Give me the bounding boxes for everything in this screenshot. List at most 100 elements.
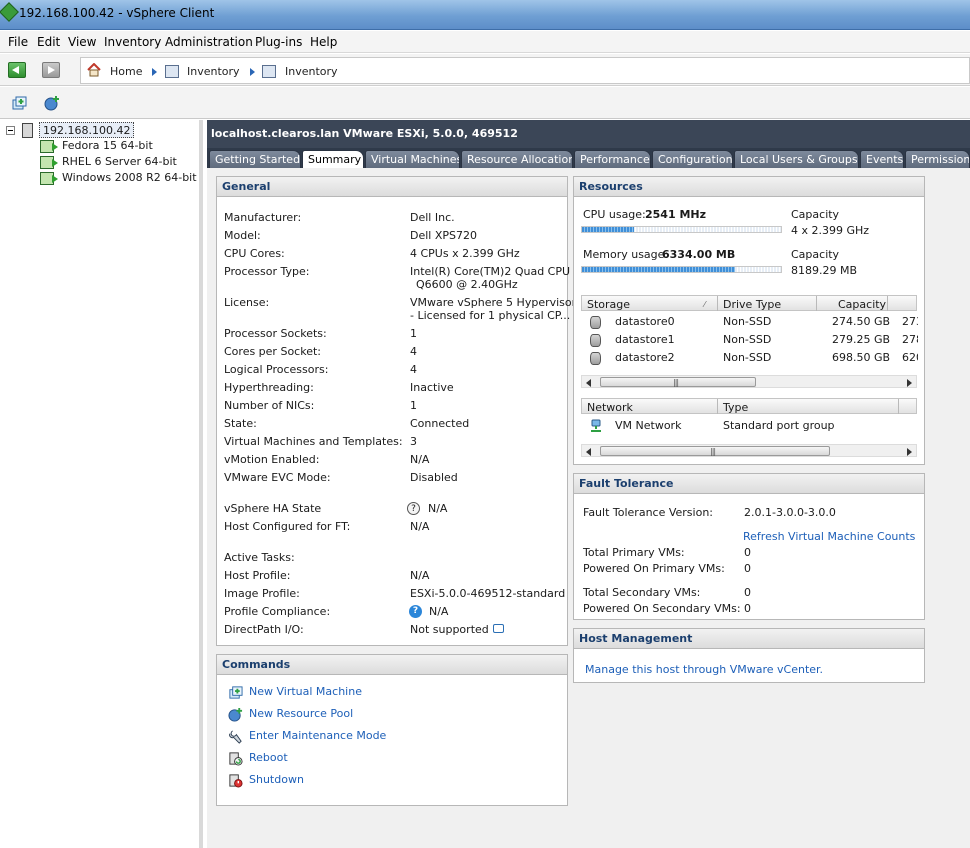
host-header: localhost.clearos.lan VMware ESXi, 5.0.0… xyxy=(207,120,970,148)
commands-panel: Commands New Virtual Machine New Resourc… xyxy=(216,654,568,806)
host-management-title: Host Management xyxy=(574,629,924,649)
datastore-capacity: 698.50 GB xyxy=(832,351,891,364)
scroll-left-icon[interactable] xyxy=(586,379,591,387)
network-column-header[interactable]: Network xyxy=(587,401,633,414)
new-resource-pool-icon[interactable] xyxy=(44,95,60,111)
reboot-icon xyxy=(229,752,243,766)
general-row-value: ESXi-5.0.0-469512-standard xyxy=(410,587,566,600)
navigation-bar: Home Inventory Inventory xyxy=(0,54,970,86)
general-row-value: Dell XPS720 xyxy=(410,229,477,242)
scroll-right-icon[interactable] xyxy=(907,448,912,456)
network-hscrollbar[interactable]: ||| xyxy=(581,444,917,457)
column-divider xyxy=(816,296,817,311)
scroll-left-icon[interactable] xyxy=(586,448,591,456)
menu-edit[interactable]: Edit xyxy=(37,35,60,49)
back-arrow-icon[interactable] xyxy=(8,62,26,78)
tree-host-item[interactable]: 192.168.100.42 xyxy=(39,122,135,138)
manage-via-vcenter-link[interactable]: Manage this host through VMware vCenter. xyxy=(585,663,823,676)
tab-permissions[interactable]: Permissions xyxy=(905,150,970,168)
network-type: Standard port group xyxy=(723,419,835,432)
menu-plugins[interactable]: Plug-ins xyxy=(255,35,302,49)
menu-view[interactable]: View xyxy=(68,35,96,49)
tab-configuration[interactable]: Configuration xyxy=(652,150,733,168)
tab-local-users-groups[interactable]: Local Users & Groups xyxy=(734,150,859,168)
memory-capacity-value: 8189.29 MB xyxy=(791,264,858,277)
tab-events[interactable]: Events xyxy=(860,150,904,168)
menu-inventory[interactable]: Inventory xyxy=(104,35,161,49)
new-vm-icon[interactable] xyxy=(11,95,27,111)
menu-help[interactable]: Help xyxy=(310,35,337,49)
enter-maintenance-mode-link[interactable]: Enter Maintenance Mode xyxy=(249,729,386,742)
shutdown-link[interactable]: Shutdown xyxy=(249,773,304,786)
general-title: General xyxy=(217,177,567,197)
menu-administration[interactable]: Administration xyxy=(165,35,253,49)
sort-asc-icon: ⁄ xyxy=(704,300,706,309)
fault-tolerance-title: Fault Tolerance xyxy=(574,474,924,494)
new-virtual-machine-link[interactable]: New Virtual Machine xyxy=(249,685,362,698)
collapse-icon[interactable] xyxy=(6,126,15,135)
ft-row-label: Powered On Primary VMs: xyxy=(583,562,725,575)
drive-type-column-header[interactable]: Drive Type xyxy=(723,298,781,311)
ft-row-value: 0 xyxy=(744,586,751,599)
general-row-label: VMware EVC Mode: xyxy=(224,471,331,484)
general-row-label: vMotion Enabled: xyxy=(224,453,320,466)
resources-title: Resources xyxy=(574,177,924,197)
datastore-capacity: 279.25 GB xyxy=(832,333,891,346)
tab-getting-started[interactable]: Getting Started xyxy=(209,150,301,168)
toolbar xyxy=(0,87,970,119)
general-row-label: Hyperthreading: xyxy=(224,381,314,394)
general-row-value-continued: - Licensed for 1 physical CP... xyxy=(410,309,571,322)
general-row-value: VMware vSphere 5 Hypervisor xyxy=(410,296,577,309)
general-row-value: N/A xyxy=(410,569,430,582)
network-name[interactable]: VM Network xyxy=(615,419,681,432)
general-row-label: State: xyxy=(224,417,257,430)
refresh-vm-counts-link[interactable]: Refresh Virtual Machine Counts xyxy=(743,530,915,543)
general-row-value: Disabled xyxy=(410,471,458,484)
new-vm-icon xyxy=(229,686,243,699)
cpu-usage-bar-fill xyxy=(582,227,634,232)
breadcrumb-inventory[interactable]: Inventory xyxy=(187,65,240,78)
commands-title: Commands xyxy=(217,655,567,675)
type-column-header[interactable]: Type xyxy=(723,401,748,414)
forward-arrow-icon[interactable] xyxy=(42,62,60,78)
memory-usage-bar xyxy=(581,266,782,273)
tree-vm-item[interactable]: Fedora 15 64-bit xyxy=(62,139,153,152)
datastore-drive-type: Non-SSD xyxy=(723,315,772,328)
speech-bubble-icon[interactable] xyxy=(493,624,504,633)
datastore-capacity: 274.50 GB xyxy=(832,315,891,328)
storage-hscrollbar[interactable]: ||| xyxy=(581,375,917,388)
capacity-column-header[interactable]: Capacity xyxy=(838,298,886,311)
scroll-right-icon[interactable] xyxy=(907,379,912,387)
menu-file[interactable]: File xyxy=(8,35,28,49)
general-row-value: N/A xyxy=(429,605,449,618)
window-title: 192.168.100.42 - vSphere Client xyxy=(19,6,215,20)
storage-column-header[interactable]: Storage xyxy=(587,298,630,311)
compliance-unknown-icon: ? xyxy=(409,605,422,618)
general-row-label: DirectPath I/O: xyxy=(224,623,304,636)
tab-virtual-machines[interactable]: Virtual Machines xyxy=(365,150,460,168)
general-row-label: Host Profile: xyxy=(224,569,291,582)
datastore-name[interactable]: datastore2 xyxy=(615,351,675,364)
datastore-name[interactable]: datastore1 xyxy=(615,333,675,346)
general-row-label: Logical Processors: xyxy=(224,363,329,376)
ft-version-label: Fault Tolerance Version: xyxy=(583,506,714,519)
tab-resource-allocation[interactable]: Resource Allocation xyxy=(461,150,573,168)
network-grid-header: Network Type xyxy=(581,398,917,414)
tree-vm-item[interactable]: Windows 2008 R2 64-bit xyxy=(62,171,197,184)
general-panel: General Manufacturer: Dell Inc. Model: Dell… xyxy=(216,176,576,646)
network-icon xyxy=(591,419,601,432)
general-row-value: 4 xyxy=(410,363,417,376)
tab-summary[interactable]: Summary xyxy=(302,150,364,169)
vsphere-app-icon xyxy=(0,2,19,22)
breadcrumb-inventory-hosts[interactable]: Inventory xyxy=(285,65,338,78)
home-icon[interactable] xyxy=(87,63,101,77)
tab-performance[interactable]: Performance xyxy=(574,150,651,168)
general-row-label: Manufacturer: xyxy=(224,211,302,224)
help-question-icon[interactable]: ? xyxy=(407,502,420,515)
new-resource-pool-link[interactable]: New Resource Pool xyxy=(249,707,353,720)
breadcrumb-home[interactable]: Home xyxy=(110,65,142,78)
ft-row-value: 0 xyxy=(744,562,751,575)
datastore-name[interactable]: datastore0 xyxy=(615,315,675,328)
tree-vm-item[interactable]: RHEL 6 Server 64-bit xyxy=(62,155,177,168)
reboot-link[interactable]: Reboot xyxy=(249,751,288,764)
